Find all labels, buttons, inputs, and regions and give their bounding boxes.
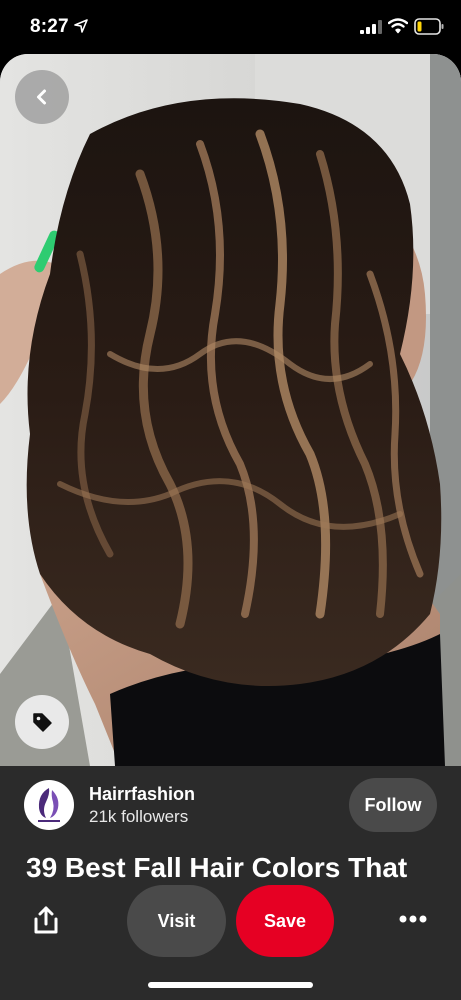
visit-button-label: Visit <box>157 910 196 931</box>
wifi-icon <box>388 18 408 34</box>
hair-photo <box>0 54 461 766</box>
more-dots-icon[interactable] <box>399 914 427 924</box>
pin-title-container: 39 Best Fall Hair Colors That <box>0 850 461 878</box>
visit-button[interactable]: Visit <box>127 885 226 957</box>
save-button-label: Save <box>263 910 307 931</box>
status-bar: 8:27 <box>0 0 461 54</box>
save-button[interactable]: Save <box>236 885 334 957</box>
share-icon[interactable] <box>32 906 60 936</box>
tag-icon <box>33 713 52 732</box>
creator-avatar[interactable] <box>24 780 74 830</box>
chevron-left-icon <box>37 89 46 105</box>
creator-name[interactable]: Hairrfashion <box>89 784 195 805</box>
pin-image[interactable] <box>0 54 461 766</box>
location-arrow-icon <box>74 19 88 33</box>
shop-tag-button[interactable] <box>15 695 69 749</box>
battery-icon <box>414 18 444 35</box>
creator-followers: 21k followers <box>89 807 189 826</box>
follow-button[interactable]: Follow <box>349 778 437 832</box>
follow-button-label: Follow <box>364 794 422 815</box>
back-button[interactable] <box>15 70 69 124</box>
pin-title[interactable]: 39 Best Fall Hair Colors That <box>26 852 407 878</box>
cellular-signal-icon <box>360 20 382 34</box>
home-indicator[interactable] <box>148 982 313 988</box>
status-time: 8:27 <box>30 16 69 37</box>
hairrfashion-logo-icon <box>38 788 60 822</box>
